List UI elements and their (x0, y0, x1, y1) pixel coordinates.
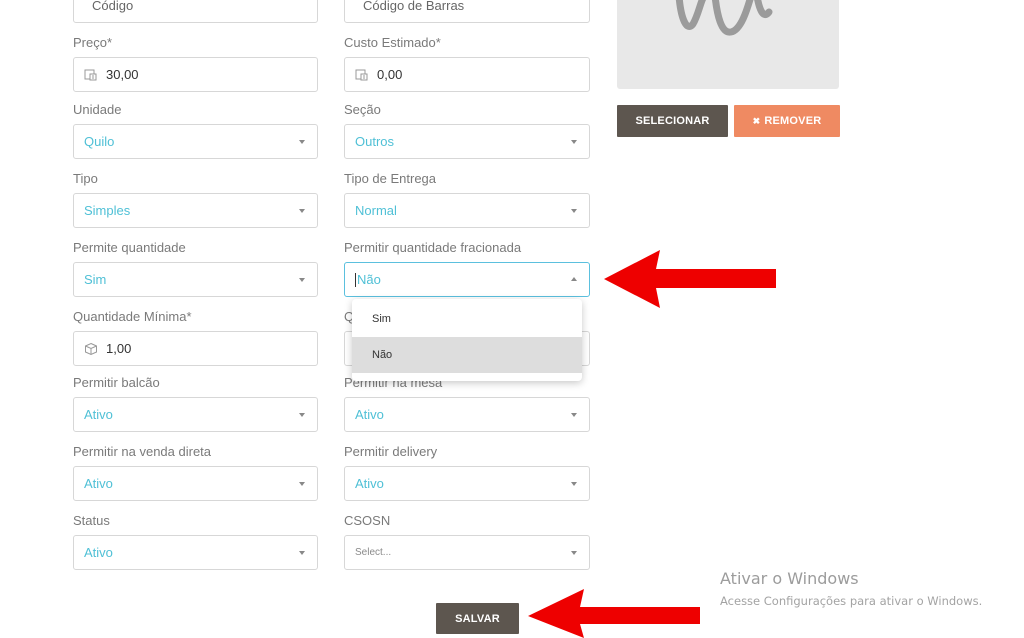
permitir-balcao-value: Ativo (84, 407, 113, 422)
permitir-delivery-label: Permitir delivery (344, 444, 438, 459)
x-icon: ✖ (752, 115, 761, 126)
permitir-venda-direta-label: Permitir na venda direta (73, 444, 212, 459)
save-label: SALVAR (455, 612, 500, 625)
quantidade-minima-value: 1,00 (106, 341, 132, 356)
annotation-arrow-icon (604, 250, 776, 308)
dropdown-option-nao[interactable]: Não (352, 337, 582, 373)
permitir-delivery-select[interactable]: Ativo (344, 466, 590, 501)
preco-value: 30,00 (106, 67, 139, 82)
select-image-label: SELECIONAR (635, 115, 710, 127)
csosn-label: CSOSN (344, 513, 391, 528)
chevron-down-icon (299, 278, 305, 282)
unidade-label: Unidade (73, 102, 122, 117)
preco-label: Preço* (73, 35, 113, 50)
tipo-label: Tipo (73, 171, 98, 186)
chevron-down-icon (571, 482, 577, 486)
secao-select[interactable]: Outros (344, 124, 590, 159)
chevron-down-icon (299, 551, 305, 555)
chevron-up-icon (571, 277, 577, 281)
status-select[interactable]: Ativo (73, 535, 318, 570)
unidade-select[interactable]: Quilo (73, 124, 318, 159)
preco-input[interactable]: 30,00 (73, 57, 318, 92)
product-image-preview (617, 0, 839, 89)
permite-quantidade-label: Permite quantidade (73, 240, 186, 255)
permitir-balcao-label: Permitir balcão (73, 375, 160, 390)
permitir-fracionada-label: Permitir quantidade fracionada (344, 240, 522, 255)
windows-activation-title: Ativar o Windows (720, 569, 859, 588)
chevron-down-icon (571, 209, 577, 213)
chevron-down-icon (299, 140, 305, 144)
codigo-value: Código (92, 0, 134, 13)
fracionada-dropdown-menu: Sim Não (352, 299, 582, 381)
select-image-button[interactable]: SELECIONAR (617, 105, 728, 137)
permitir-venda-direta-value: Ativo (84, 476, 113, 491)
chevron-down-icon (299, 209, 305, 213)
codigo-barras-value: Código de Barras (363, 0, 465, 13)
quantidade-minima-label: Quantidade Mínima* (73, 309, 192, 324)
permite-quantidade-value: Sim (84, 272, 107, 287)
csosn-select[interactable]: Select... (344, 535, 590, 570)
tipo-entrega-select[interactable]: Normal (344, 193, 590, 228)
status-value: Ativo (84, 545, 113, 560)
permitir-balcao-select[interactable]: Ativo (73, 397, 318, 432)
dropdown-option-label: Sim (372, 313, 391, 325)
annotation-arrow-icon (528, 589, 700, 638)
windows-activation-subtitle: Acesse Configurações para ativar o Windo… (720, 594, 983, 608)
remove-image-button[interactable]: ✖ REMOVER (734, 105, 840, 137)
tipo-entrega-value: Normal (355, 203, 397, 218)
custo-label: Custo Estimado* (344, 35, 441, 50)
dropdown-option-sim[interactable]: Sim (352, 301, 582, 337)
remove-image-label: REMOVER (764, 115, 822, 127)
secao-value: Outros (355, 134, 395, 149)
permitir-fracionada-value: Não (357, 272, 381, 287)
price-tag-icon (84, 68, 98, 82)
unidade-value: Quilo (84, 134, 115, 149)
custo-value: 0,00 (377, 67, 403, 82)
permitir-delivery-value: Ativo (355, 476, 384, 491)
codigo-field[interactable]: Código (73, 0, 318, 23)
permitir-fracionada-select[interactable]: Não (344, 262, 590, 297)
chevron-down-icon (299, 482, 305, 486)
csosn-placeholder: Select... (355, 547, 392, 558)
chevron-down-icon (571, 140, 577, 144)
tipo-value: Simples (84, 203, 131, 218)
text-cursor (355, 272, 356, 287)
quantidade-minima-input[interactable]: 1,00 (73, 331, 318, 366)
tipo-select[interactable]: Simples (73, 193, 318, 228)
codigo-barras-field[interactable]: Código de Barras (344, 0, 590, 23)
price-tag-icon (355, 68, 369, 82)
custo-input[interactable]: 0,00 (344, 57, 590, 92)
permitir-venda-direta-select[interactable]: Ativo (73, 466, 318, 501)
chevron-down-icon (299, 413, 305, 417)
status-label: Status (73, 513, 110, 528)
tipo-entrega-label: Tipo de Entrega (344, 171, 437, 186)
permitir-mesa-value: Ativo (355, 407, 384, 422)
permite-quantidade-select[interactable]: Sim (73, 262, 318, 297)
box-icon (84, 342, 98, 356)
secao-label: Seção (344, 102, 381, 117)
permitir-mesa-select[interactable]: Ativo (344, 397, 590, 432)
image-placeholder-icon (675, 0, 773, 36)
chevron-down-icon (571, 413, 577, 417)
save-button[interactable]: SALVAR (436, 603, 519, 634)
dropdown-option-label: Não (372, 349, 393, 361)
chevron-down-icon (571, 551, 577, 555)
